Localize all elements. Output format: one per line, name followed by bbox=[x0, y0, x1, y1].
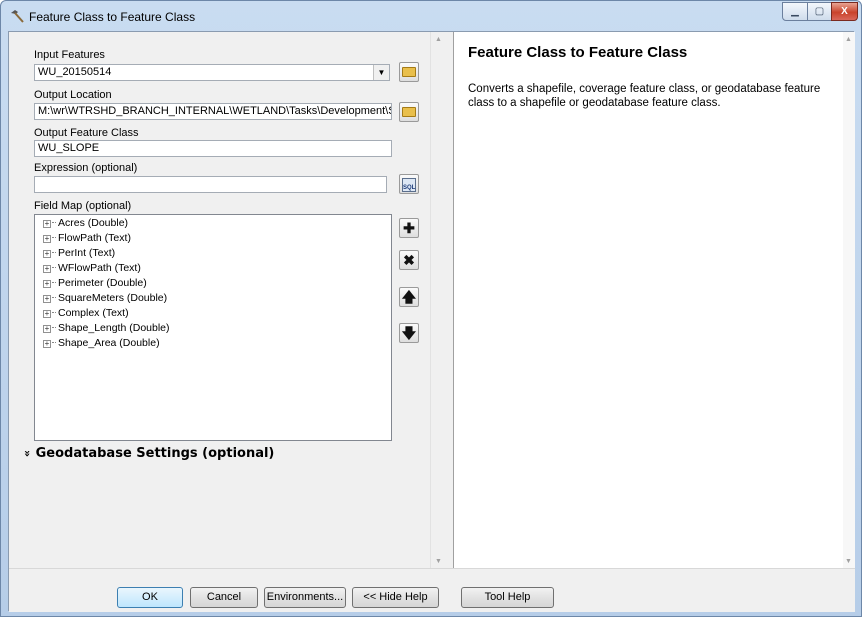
scroll-up-icon[interactable]: ▲ bbox=[435, 36, 442, 43]
help-title: Feature Class to Feature Class bbox=[468, 44, 688, 61]
dropdown-arrow-icon[interactable]: ▼ bbox=[373, 65, 389, 80]
scroll-down-icon[interactable]: ▼ bbox=[845, 558, 852, 565]
geodatabase-settings-label: Geodatabase Settings (optional) bbox=[35, 446, 275, 461]
expand-icon[interactable]: + bbox=[43, 340, 51, 348]
hide-help-button[interactable]: << Hide Help bbox=[352, 587, 439, 608]
move-up-button[interactable]: 🡅 bbox=[399, 287, 419, 307]
field-map-item[interactable]: + WFlowPath (Text) bbox=[43, 262, 141, 274]
expand-chevron-icon: » bbox=[21, 449, 35, 458]
remove-field-button[interactable]: ✖ bbox=[399, 250, 419, 270]
arrow-up-icon: 🡅 bbox=[401, 289, 417, 305]
expand-icon[interactable]: + bbox=[43, 220, 51, 228]
output-location-field[interactable]: M:\wr\WTRSHD_BRANCH_INTERNAL\WETLAND\Tas… bbox=[34, 103, 392, 120]
output-feature-class-field[interactable]: WU_SLOPE bbox=[34, 140, 392, 157]
close-icon: X bbox=[841, 6, 848, 17]
scroll-down-icon[interactable]: ▼ bbox=[435, 558, 442, 565]
output-feature-class-label: Output Feature Class bbox=[34, 127, 139, 139]
field-map-item[interactable]: + Complex (Text) bbox=[43, 307, 129, 319]
minimize-button[interactable]: ▁ bbox=[782, 2, 808, 21]
output-location-value: M:\wr\WTRSHD_BRANCH_INTERNAL\WETLAND\Tas… bbox=[38, 105, 392, 117]
hammer-icon bbox=[11, 10, 24, 23]
input-features-combo[interactable]: WU_20150514 ▼ bbox=[34, 64, 390, 81]
expand-icon[interactable]: + bbox=[43, 310, 51, 318]
expand-icon[interactable]: + bbox=[43, 280, 51, 288]
move-down-button[interactable]: 🡇 bbox=[399, 323, 419, 343]
field-map-item[interactable]: + PerInt (Text) bbox=[43, 247, 115, 259]
field-map-item[interactable]: + SquareMeters (Double) bbox=[43, 292, 167, 304]
field-map-item[interactable]: + Perimeter (Double) bbox=[43, 277, 147, 289]
field-map-label: Field Map (optional) bbox=[34, 200, 132, 212]
maximize-icon: ▢ bbox=[814, 6, 825, 17]
title-bar[interactable]: Feature Class to Feature Class ▁ ▢ X bbox=[1, 1, 861, 31]
parameters-scrollbar[interactable]: ▲ ▼ bbox=[430, 32, 447, 568]
sql-builder-button[interactable]: SQL bbox=[399, 174, 419, 194]
sql-icon: SQL bbox=[402, 178, 416, 192]
maximize-button[interactable]: ▢ bbox=[807, 2, 832, 21]
expand-icon[interactable]: + bbox=[43, 250, 51, 258]
environments-button[interactable]: Environments... bbox=[264, 587, 346, 608]
field-map-item[interactable]: + Acres (Double) bbox=[43, 217, 128, 229]
help-pane: Feature Class to Feature Class Converts … bbox=[453, 32, 855, 568]
scroll-up-icon[interactable]: ▲ bbox=[845, 36, 852, 43]
tool-dialog-window: Feature Class to Feature Class ▁ ▢ X Inp… bbox=[0, 0, 862, 617]
input-features-label: Input Features bbox=[34, 49, 105, 61]
dialog-client-area: Input Features WU_20150514 ▼ Output Loca… bbox=[8, 31, 855, 612]
tool-help-button[interactable]: Tool Help bbox=[461, 587, 554, 608]
field-map-tree[interactable]: + Acres (Double) + FlowPath (Text) + PerInt… bbox=[34, 214, 392, 441]
expand-icon[interactable]: + bbox=[43, 295, 51, 303]
input-features-value: WU_20150514 bbox=[38, 66, 112, 78]
field-map-item[interactable]: + FlowPath (Text) bbox=[43, 232, 131, 244]
expand-icon[interactable]: + bbox=[43, 265, 51, 273]
add-field-button[interactable]: ✚ bbox=[399, 218, 419, 238]
expression-field[interactable] bbox=[34, 176, 387, 193]
cancel-button[interactable]: Cancel bbox=[190, 587, 258, 608]
expression-label: Expression (optional) bbox=[34, 162, 138, 174]
plus-icon: ✚ bbox=[403, 220, 415, 236]
parameters-pane: Input Features WU_20150514 ▼ Output Loca… bbox=[9, 32, 447, 568]
button-bar: OK Cancel Environments... << Hide Help T… bbox=[9, 568, 855, 612]
field-map-item[interactable]: + Shape_Length (Double) bbox=[43, 322, 170, 334]
browse-output-button[interactable] bbox=[399, 102, 419, 122]
ok-button[interactable]: OK bbox=[117, 587, 183, 608]
delete-x-icon: ✖ bbox=[403, 252, 415, 268]
output-location-label: Output Location bbox=[34, 89, 112, 101]
window-title: Feature Class to Feature Class bbox=[29, 10, 196, 24]
browse-input-button[interactable] bbox=[399, 62, 419, 82]
help-description: Converts a shapefile, coverage feature c… bbox=[468, 83, 821, 109]
geodatabase-settings-toggle[interactable]: » Geodatabase Settings (optional) bbox=[21, 446, 275, 461]
field-map-item[interactable]: + Shape_Area (Double) bbox=[43, 337, 160, 349]
open-folder-icon bbox=[402, 67, 416, 77]
expand-icon[interactable]: + bbox=[43, 235, 51, 243]
help-scrollbar[interactable]: ▲ ▼ bbox=[843, 32, 855, 568]
expand-icon[interactable]: + bbox=[43, 325, 51, 333]
output-feature-class-value: WU_SLOPE bbox=[38, 142, 100, 154]
open-folder-icon bbox=[402, 107, 416, 117]
arrow-down-icon: 🡇 bbox=[401, 325, 417, 341]
minimize-icon: ▁ bbox=[791, 6, 799, 17]
close-button[interactable]: X bbox=[831, 2, 858, 21]
